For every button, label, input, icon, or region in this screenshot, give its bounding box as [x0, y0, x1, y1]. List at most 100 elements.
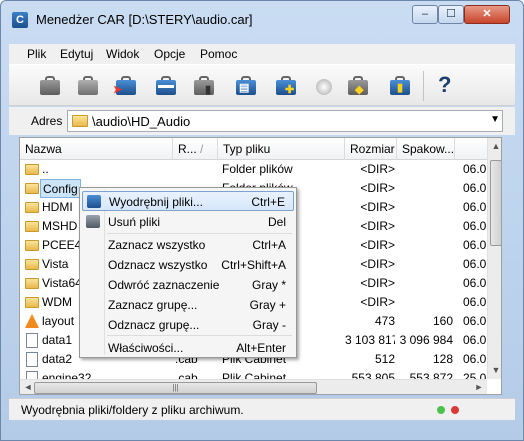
context-menu-label: Wyodrębnij pliki... — [109, 195, 203, 209]
file-name: HDMI — [42, 200, 73, 214]
scroll-right-button[interactable]: ► — [471, 380, 487, 394]
delete-button[interactable]: ▮ — [191, 72, 217, 98]
context-menu-item[interactable]: Wyodrębnij pliki... Ctrl+E — [82, 191, 294, 211]
scroll-down-button[interactable]: ▼ — [488, 362, 501, 379]
file-size: 512 — [374, 352, 395, 366]
folder-icon — [25, 259, 39, 270]
col-date[interactable] — [455, 138, 487, 160]
context-menu-item[interactable]: Odwróć zaznaczenie Gray * — [82, 275, 294, 295]
file-size: <DIR> — [360, 181, 395, 195]
vertical-scrollbar[interactable]: ▲ ▼ — [487, 138, 501, 379]
address-input[interactable]: \audio\HD_Audio ▼ — [67, 110, 503, 132]
delete-icon — [86, 215, 100, 228]
context-menu-label: Odznacz grupę... — [108, 318, 200, 332]
test-icon: ✚ — [285, 84, 295, 96]
address-bar: Adres \audio\HD_Audio ▼ — [9, 107, 515, 135]
extract-button[interactable] — [153, 72, 179, 98]
close-button[interactable]: ✕ — [464, 5, 510, 24]
file-name: layout — [42, 314, 75, 328]
context-menu-shortcut: Ctrl+Shift+A — [221, 258, 286, 272]
context-menu-label: Usuń pliki — [108, 215, 161, 229]
scroll-thumb[interactable] — [490, 160, 501, 246]
context-menu-item[interactable]: Zaznacz grupę... Gray + — [82, 295, 294, 315]
vlc-icon — [25, 314, 39, 328]
status-red-led-icon — [451, 406, 459, 414]
disk-icon — [316, 79, 332, 95]
address-path: \audio\HD_Audio — [92, 114, 191, 129]
file-name: Vista — [42, 257, 69, 271]
menu-plik[interactable]: Plik — [27, 47, 46, 61]
context-menu-item[interactable]: Usuń pliki Del — [82, 212, 294, 232]
context-menu-shortcut: Ctrl+A — [252, 238, 286, 252]
file-date: 06.0 — [463, 181, 487, 195]
file-icon — [26, 352, 38, 367]
file-size: 3 103 817 — [345, 333, 395, 347]
file-name: data2 — [42, 352, 73, 366]
maximize-button[interactable]: ☐ — [438, 5, 464, 24]
title-bar[interactable]: C Menedżer CAR [D:\STERY\audio.car] – ☐ … — [1, 1, 523, 41]
context-menu-label: Odznacz wszystko — [108, 258, 208, 272]
disk-button[interactable] — [311, 72, 337, 98]
folder-icon — [25, 278, 39, 289]
add-files-button[interactable]: ➤ — [113, 72, 139, 98]
file-name: Vista64 — [42, 276, 82, 290]
tool-icon: ◆ — [355, 84, 364, 96]
file-date: 06.0 — [463, 352, 487, 366]
col-r-label: R... — [178, 142, 197, 156]
menu-opcje[interactable]: Opcje — [154, 47, 185, 61]
context-menu-item[interactable]: Odznacz grupę... Gray - — [82, 315, 294, 335]
col-name[interactable]: Nazwa — [20, 138, 173, 160]
folder-icon — [25, 297, 39, 308]
hscroll-thumb[interactable]: ||| — [34, 382, 317, 394]
file-date: 06.0 — [463, 238, 487, 252]
file-type: Folder plików — [222, 162, 293, 176]
col-type[interactable]: Typ pliku — [218, 138, 345, 160]
folder-icon — [25, 183, 39, 194]
car-app-icon: C — [12, 12, 28, 28]
test-button[interactable]: ✚ — [273, 72, 299, 98]
context-menu-item[interactable]: Odznacz wszystko Ctrl+Shift+A — [82, 255, 294, 275]
col-size[interactable]: Rozmiar — [345, 138, 397, 160]
col-r[interactable]: R... / — [173, 138, 218, 160]
menu-widok[interactable]: Widok — [106, 47, 139, 61]
file-packed — [397, 198, 453, 217]
scroll-up-button[interactable]: ▲ — [488, 138, 501, 155]
address-label: Adres — [31, 114, 63, 128]
help-button[interactable]: ? — [433, 72, 459, 98]
file-name: WDM — [42, 295, 72, 309]
context-menu-shortcut: Gray * — [251, 278, 286, 292]
view-button[interactable]: ▤ — [233, 72, 259, 98]
menu-separator — [107, 233, 292, 234]
file-packed — [397, 293, 453, 312]
context-menu-item[interactable]: Zaznacz wszystko Ctrl+A — [82, 235, 294, 255]
new-archive-button[interactable] — [37, 72, 63, 98]
toolbar: ➤ ▮ ▤ ✚ ◆ ▮ ? — [9, 64, 515, 106]
open-archive-button[interactable] — [75, 72, 101, 98]
file-size: <DIR> — [360, 295, 395, 309]
context-menu-label: Zaznacz grupę... — [108, 298, 198, 312]
tool-button[interactable]: ◆ — [345, 72, 371, 98]
file-packed — [397, 160, 453, 179]
file-packed — [397, 217, 453, 236]
horizontal-scrollbar[interactable]: ◄ ||| ► — [20, 379, 487, 394]
col-packed[interactable]: Spakow... — [397, 138, 455, 160]
file-size: 473 — [374, 314, 395, 328]
file-size: <DIR> — [360, 238, 395, 252]
context-menu-item[interactable]: Właściwości... Alt+Enter — [82, 338, 294, 358]
minimize-button[interactable]: – — [412, 5, 438, 24]
app-window: C Menedżer CAR [D:\STERY\audio.car] – ☐ … — [0, 0, 524, 441]
menu-edytuj[interactable]: Edytuj — [60, 47, 93, 61]
file-icon — [26, 333, 38, 348]
file-name: Config — [40, 179, 81, 198]
info-button[interactable]: ▮ — [387, 72, 413, 98]
extract-icon — [87, 195, 101, 208]
table-row[interactable]: .. Folder plików <DIR> 06.0 — [20, 160, 487, 179]
context-menu-label: Odwróć zaznaczenie — [108, 278, 220, 292]
chevron-down-icon[interactable]: ▼ — [490, 114, 500, 125]
menu-pomoc[interactable]: Pomoc — [200, 47, 237, 61]
file-packed — [397, 274, 453, 293]
file-packed — [397, 179, 453, 198]
status-text: Wyodrębnia pliki/foldery z pliku archiwu… — [21, 403, 244, 417]
info-icon: ▮ — [397, 82, 404, 94]
menu-bar: Plik Edytuj Widok Opcje Pomoc — [9, 44, 515, 64]
